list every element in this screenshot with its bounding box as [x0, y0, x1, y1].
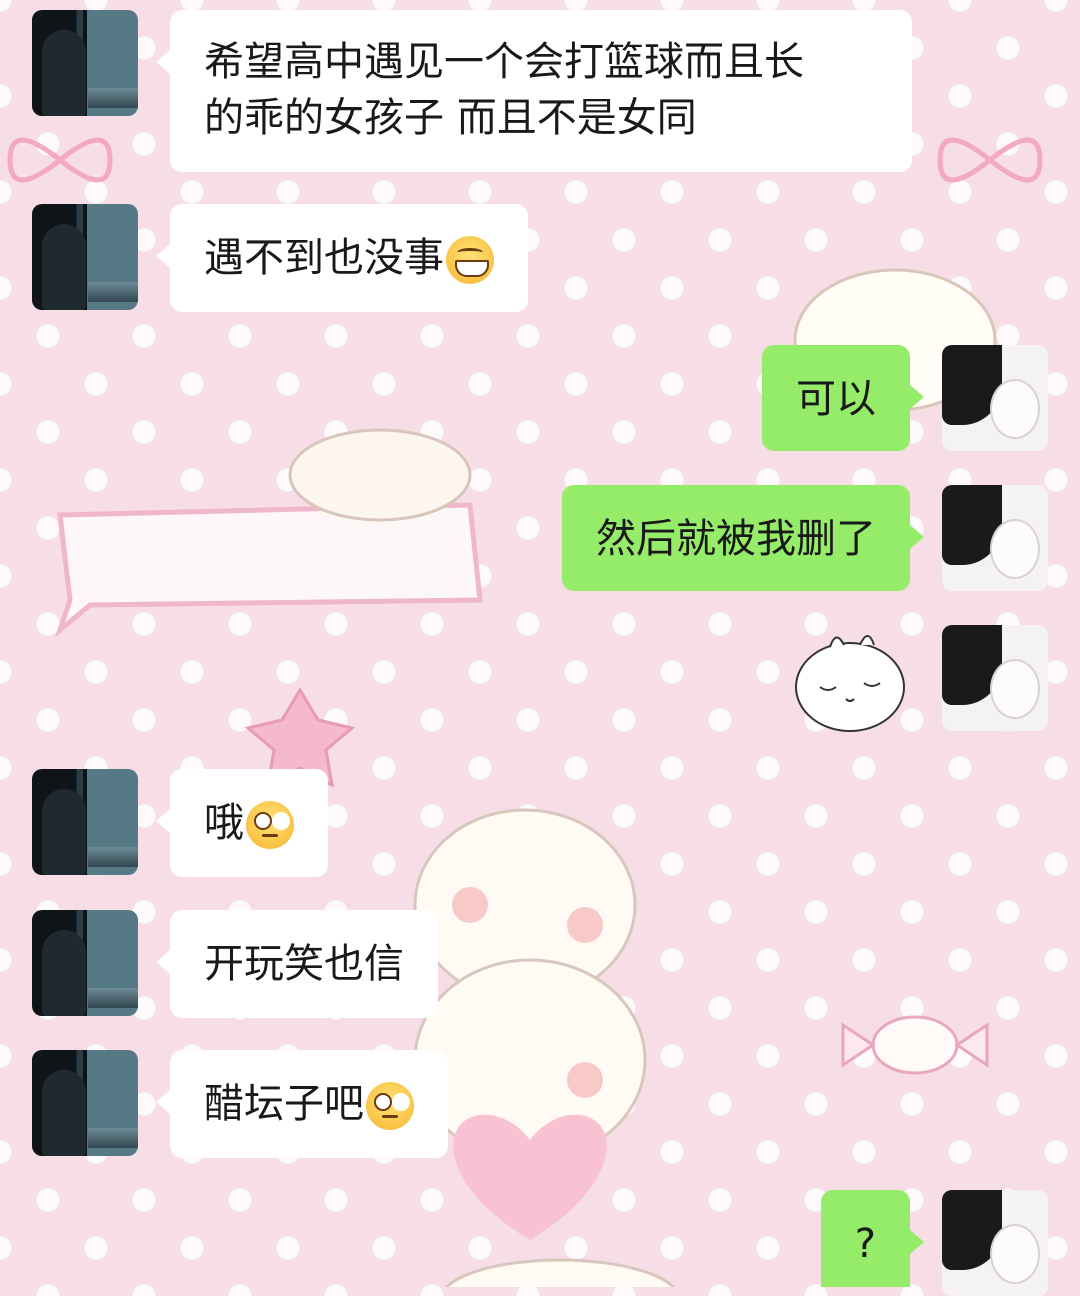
contact-avatar[interactable]	[32, 10, 138, 116]
sleepy-bunny-sticker[interactable]	[790, 625, 910, 735]
my-avatar[interactable]	[942, 625, 1048, 731]
contact-avatar[interactable]	[32, 1050, 138, 1156]
message-text: 遇不到也没事	[204, 235, 444, 281]
message-text: 然后就被我删了	[596, 516, 876, 562]
my-avatar[interactable]	[942, 1190, 1048, 1296]
my-avatar[interactable]	[942, 485, 1048, 591]
eye-roll-face-icon	[246, 801, 294, 849]
eye-roll-face-icon	[366, 1082, 414, 1130]
grinning-face-icon	[446, 236, 494, 284]
incoming-message-bubble[interactable]: 醋坛子吧	[156, 1050, 448, 1158]
outgoing-message-bubble[interactable]: 然后就被我删了	[562, 485, 924, 591]
message-text-line: 的乖的女孩子 而且不是女同	[204, 95, 697, 141]
message-text: 可以	[796, 376, 876, 422]
message-text: 醋坛子吧	[204, 1081, 364, 1127]
outgoing-message-bubble[interactable]: 可以	[762, 345, 924, 451]
message-text: ?	[854, 1221, 876, 1267]
incoming-message-bubble[interactable]: 开玩笑也信	[156, 910, 438, 1018]
incoming-message-bubble[interactable]: 希望高中遇见一个会打篮球而且长 的乖的女孩子 而且不是女同	[156, 10, 912, 172]
outgoing-message-bubble[interactable]: ?	[820, 1190, 925, 1287]
message-text: 哦	[204, 800, 244, 846]
message-text: 开玩笑也信	[204, 941, 404, 987]
incoming-message-bubble[interactable]: 哦	[156, 769, 328, 877]
incoming-message-bubble[interactable]: 遇不到也没事	[156, 204, 528, 312]
contact-avatar[interactable]	[32, 204, 138, 310]
contact-avatar[interactable]	[32, 769, 138, 875]
my-avatar[interactable]	[942, 345, 1048, 451]
contact-avatar[interactable]	[32, 910, 138, 1016]
message-text-line: 希望高中遇见一个会打篮球而且长	[204, 39, 804, 85]
